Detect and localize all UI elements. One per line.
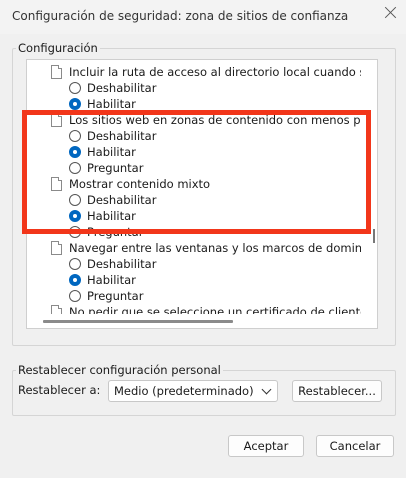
vertical-scrollbar[interactable] xyxy=(363,60,377,314)
radio-option[interactable]: Habilitar xyxy=(69,209,359,225)
ok-button[interactable]: Aceptar xyxy=(228,435,304,457)
radio-option[interactable]: Deshabilitar xyxy=(69,257,359,273)
title-bar: Configuración de seguridad: zona de siti… xyxy=(0,0,406,34)
page-icon xyxy=(51,305,62,314)
radio-button[interactable] xyxy=(69,258,81,270)
radio-button[interactable] xyxy=(69,290,81,302)
radio-button[interactable] xyxy=(69,226,81,238)
setting-label: Incluir la ruta de acceso al directorio … xyxy=(69,65,361,79)
reset-level-select[interactable]: Medio (predeterminado) xyxy=(108,380,278,402)
radio-option[interactable]: Preguntar xyxy=(69,289,359,305)
radio-option-label: Deshabilitar xyxy=(87,81,157,95)
setting-label: Mostrar contenido mixto xyxy=(69,177,211,191)
radio-option-label: Preguntar xyxy=(87,161,144,175)
page-icon xyxy=(51,113,62,127)
radio-option-label: Habilitar xyxy=(87,145,136,159)
setting-item: Navegar entre las ventanas y los marcos … xyxy=(51,241,361,257)
radio-option[interactable]: Deshabilitar xyxy=(69,193,359,209)
radio-option-label: Preguntar xyxy=(87,225,144,239)
radio-option-label: Deshabilitar xyxy=(87,193,157,207)
radio-button[interactable] xyxy=(69,274,81,286)
radio-button[interactable] xyxy=(69,194,81,206)
radio-option-label: Habilitar xyxy=(87,273,136,287)
setting-item: Los sitios web en zonas de contenido con… xyxy=(51,113,361,129)
radio-option-label: Habilitar xyxy=(87,97,136,111)
radio-option[interactable]: Habilitar xyxy=(69,273,359,289)
page-icon xyxy=(51,65,62,79)
horizontal-scroll-thumb[interactable] xyxy=(43,320,233,323)
reset-to-label: Restablecer a: xyxy=(18,383,101,397)
settings-list[interactable]: Incluir la ruta de acceso al directorio … xyxy=(26,59,378,329)
radio-button[interactable] xyxy=(69,162,81,174)
cancel-button[interactable]: Cancelar xyxy=(316,435,394,457)
vertical-scroll-thumb[interactable] xyxy=(373,229,375,243)
settings-rows: Incluir la ruta de acceso al directorio … xyxy=(27,60,362,314)
radio-option-label: Deshabilitar xyxy=(87,129,157,143)
page-icon xyxy=(51,177,62,191)
setting-label: Navegar entre las ventanas y los marcos … xyxy=(69,241,361,255)
setting-item: Mostrar contenido mixto xyxy=(51,177,361,193)
radio-option[interactable]: Habilitar xyxy=(69,97,359,113)
radio-button[interactable] xyxy=(69,98,81,110)
radio-option[interactable]: Deshabilitar xyxy=(69,129,359,145)
close-icon[interactable] xyxy=(383,5,399,21)
radio-button[interactable] xyxy=(69,146,81,158)
setting-label: Los sitios web en zonas de contenido con… xyxy=(69,113,361,127)
radio-button[interactable] xyxy=(69,210,81,222)
radio-option[interactable]: Preguntar xyxy=(69,161,359,177)
reset-group-label: Restablecer configuración personal xyxy=(16,363,223,377)
reset-button[interactable]: Restablecer... xyxy=(292,380,382,402)
radio-button[interactable] xyxy=(69,82,81,94)
chevron-down-icon xyxy=(261,384,272,395)
page-icon xyxy=(51,241,62,255)
radio-option-label: Deshabilitar xyxy=(87,257,157,271)
radio-option[interactable]: Habilitar xyxy=(69,145,359,161)
horizontal-scrollbar[interactable] xyxy=(27,314,377,328)
radio-button[interactable] xyxy=(69,130,81,142)
radio-option-label: Habilitar xyxy=(87,209,136,223)
window-title: Configuración de seguridad: zona de siti… xyxy=(12,9,349,23)
radio-option-label: Preguntar xyxy=(87,289,144,303)
radio-option[interactable]: Preguntar xyxy=(69,225,359,241)
radio-option[interactable]: Deshabilitar xyxy=(69,81,359,97)
setting-label: No pedir que se seleccione un certificad… xyxy=(69,305,361,314)
reset-level-value: Medio (predeterminado) xyxy=(114,384,254,398)
setting-item: No pedir que se seleccione un certificad… xyxy=(51,305,361,314)
setting-item: Incluir la ruta de acceso al directorio … xyxy=(51,65,361,81)
settings-group-label: Configuración xyxy=(16,41,100,55)
